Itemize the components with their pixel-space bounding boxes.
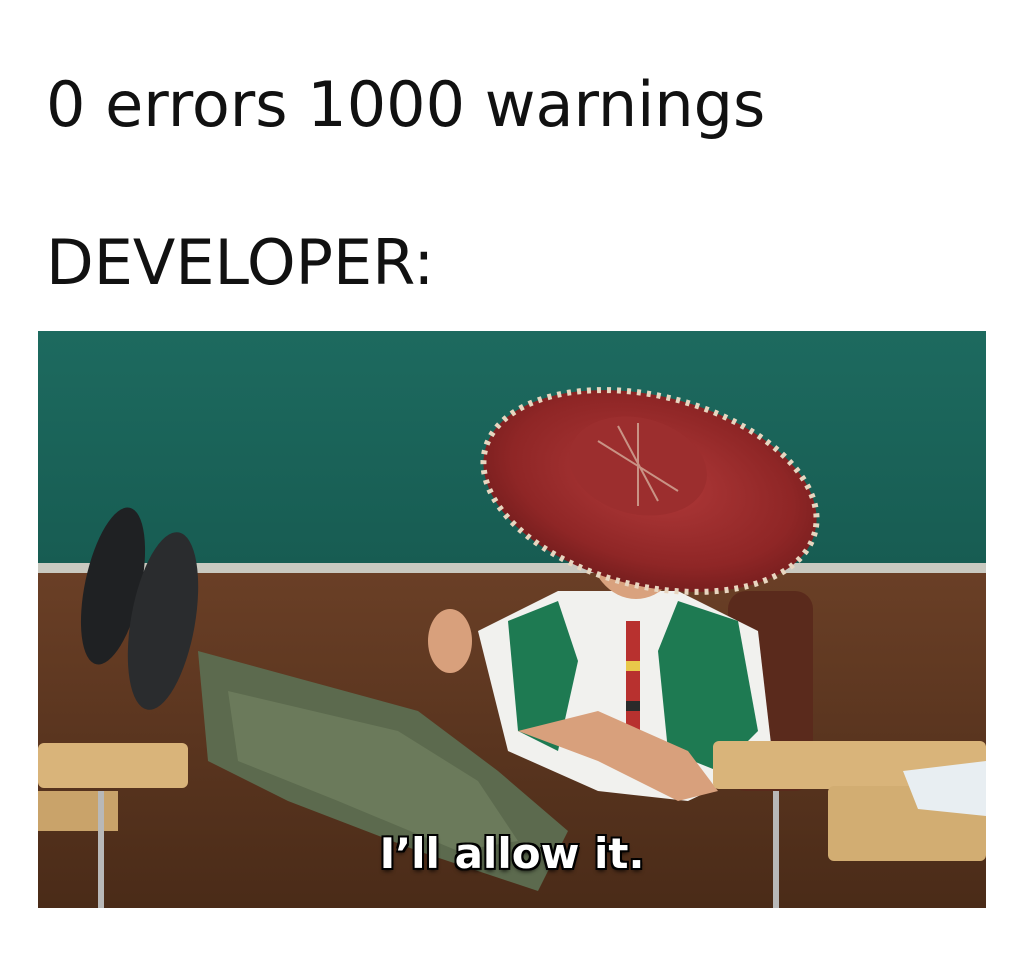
subtitle-caption: I’ll allow it. bbox=[379, 829, 645, 878]
scarf bbox=[626, 621, 640, 741]
caption-line-2: DEVELOPER: bbox=[46, 226, 435, 299]
desk-left bbox=[38, 743, 188, 788]
classroom-illustration bbox=[38, 331, 986, 908]
meme-image: I’ll allow it. bbox=[38, 331, 986, 908]
caption-line-1: 0 errors 1000 warnings bbox=[46, 68, 766, 141]
hand bbox=[428, 609, 472, 673]
